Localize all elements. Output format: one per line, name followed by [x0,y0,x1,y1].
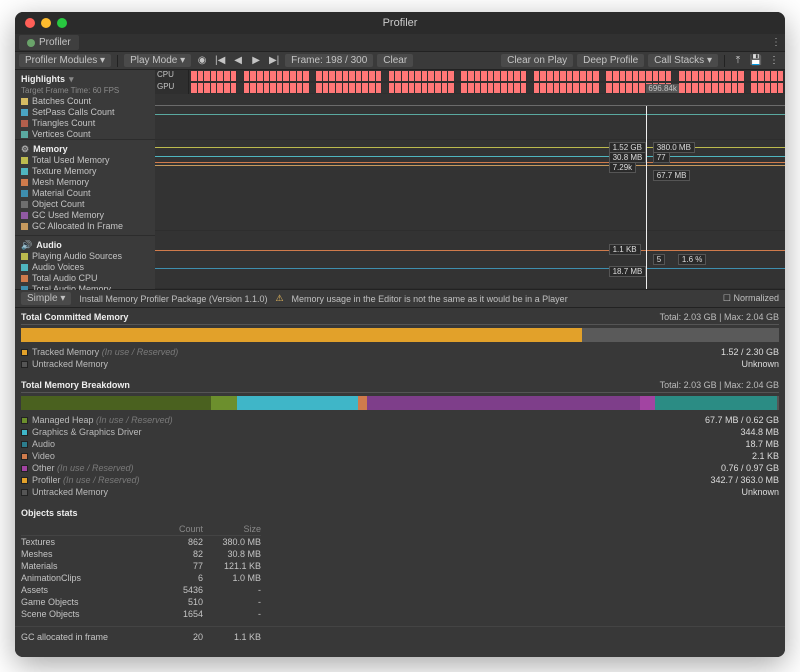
tab-profiler[interactable]: Profiler [19,35,79,50]
clear-button[interactable]: Clear [377,54,413,67]
value-badge: 77 [653,152,670,163]
table-row: Game Objects510- [21,596,261,608]
cpu-row-label: CPU [155,70,189,82]
profiler-status-icon [27,39,35,47]
legend-item: Total Audio CPU [21,273,151,284]
value-badge: 1.6 % [678,254,706,265]
list-item: Graphics & Graphics Driver 344.8 MB [21,426,779,438]
first-frame-icon[interactable]: |◀ [213,55,227,66]
list-item: Other (In use / Reserved)0.76 / 0.97 GB [21,462,779,474]
value-badge: 1.1 KB [609,244,641,255]
kebab-icon[interactable]: ⋮ [767,55,781,66]
list-item: Profiler (In use / Reserved)342.7 / 363.… [21,474,779,486]
warning-icon: ⚠ [275,293,283,304]
window-title: Profiler [15,17,785,29]
legend-item: Audio Voices [21,262,151,273]
gpu-frame-bar [189,82,785,94]
tab-bar: Profiler ⋮ [15,34,785,52]
list-item: Managed Heap (In use / Reserved)67.7 MB … [21,414,779,426]
breakdown-bar [21,396,779,410]
last-frame-icon[interactable]: ▶| [267,55,281,66]
tab-label: Profiler [39,37,71,48]
gear-icon: ⚙ [21,144,29,155]
section-committed: Total Committed Memory Total: 2.03 GB | … [15,308,785,376]
list-item: Audio 18.7 MB [21,438,779,450]
table-row: Scene Objects1654- [21,608,261,620]
group-audio[interactable]: 🔊 Audio Playing Audio SourcesAudio Voice… [15,236,155,294]
call-stacks-dropdown[interactable]: Call Stacks ▾ [648,54,718,67]
clear-on-play-button[interactable]: Clear on Play [501,54,573,67]
legend-item: Total Used Memory [21,155,151,166]
table-row: Textures862380.0 MB [21,536,261,548]
section-objects: Objects stats CountSize Textures862380.0… [15,504,785,626]
value-badge: 18.7 MB [609,266,647,277]
titlebar: Profiler [15,12,785,34]
table-row: Materials77121.1 KB [21,560,261,572]
table-row: AnimationClips61.0 MB [21,572,261,584]
deep-profile-button[interactable]: Deep Profile [577,54,644,67]
group-memory[interactable]: ⚙ Memory Total Used MemoryTexture Memory… [15,140,155,236]
toolbar: Profiler Modules ▾ Play Mode ▾ ◉ |◀ ◀ ▶ … [15,52,785,70]
playhead-value: 696.84k [646,84,678,93]
legend-item: Batches Count [21,96,151,107]
list-item: Video 2.1 KB [21,450,779,462]
install-package-link[interactable]: Install Memory Profiler Package (Version… [79,294,267,304]
legend-item: GC Allocated In Frame [21,221,151,232]
list-item: Untracked Memory Unknown [21,486,779,498]
playhead[interactable] [646,106,647,289]
legend-item: Playing Audio Sources [21,251,151,262]
section-breakdown: Total Memory Breakdown Total: 2.03 GB | … [15,376,785,504]
list-item: Tracked Memory (In use / Reserved)1.52 /… [21,346,779,358]
kebab-icon[interactable]: ⋮ [771,37,781,48]
legend-item: SetPass Calls Count [21,107,151,118]
legend-item: Triangles Count [21,118,151,129]
editor-warning-text: Memory usage in the Editor is not the sa… [292,294,568,304]
cpu-frame-bar [189,70,785,82]
prev-frame-icon[interactable]: ◀ [231,55,245,66]
value-badge: 7.29k [609,162,637,173]
gpu-row-label: GPU [155,82,189,94]
legend-item: Texture Memory [21,166,151,177]
legend-item: GC Used Memory [21,210,151,221]
table-row: Assets5436- [21,584,261,596]
record-icon[interactable]: ◉ [195,55,209,66]
group-highlights[interactable]: Highlights ▾ Target Frame Time: 60 FPS B… [15,70,155,140]
speaker-icon: 🔊 [21,240,32,251]
play-mode-dropdown[interactable]: Play Mode ▾ [124,54,191,67]
legend-item: Vertices Count [21,129,151,140]
profiler-modules-dropdown[interactable]: Profiler Modules ▾ [19,54,111,67]
frame-indicator[interactable]: Frame: 198 / 300 [285,54,373,67]
value-badge: 5 [653,254,665,265]
value-badge: 67.7 MB [653,170,691,181]
profiler-window: Profiler Profiler ⋮ Profiler Modules ▾ P… [15,12,785,657]
next-frame-icon[interactable]: ▶ [249,55,263,66]
detail-mode-dropdown[interactable]: Simple ▾ [21,292,71,305]
normalized-toggle[interactable]: ☐ Normalized [723,293,779,304]
save-icon[interactable]: 💾 [749,55,763,66]
legend-item: Material Count [21,188,151,199]
committed-bar [21,328,779,342]
table-row: Meshes8230.8 MB [21,548,261,560]
list-item: Untracked Memory Unknown [21,358,779,370]
export-icon[interactable]: ⤒ [731,55,745,66]
track-graph-area[interactable]: CPU GPU [155,70,785,289]
legend-item: Mesh Memory [21,177,151,188]
legend-item: Object Count [21,199,151,210]
